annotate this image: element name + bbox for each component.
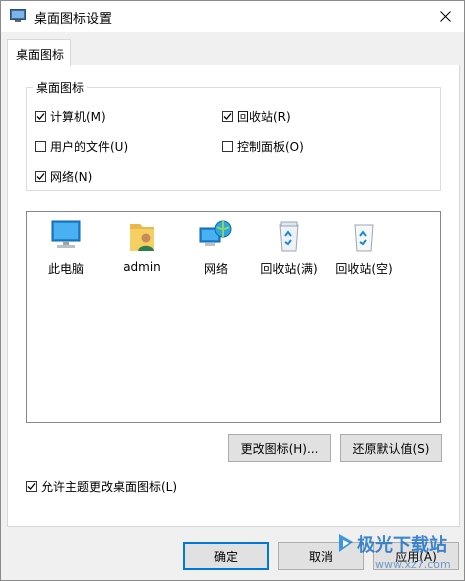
checkbox-label: 控制面板(O) (237, 140, 304, 154)
recycle-bin-empty-icon (354, 224, 374, 252)
checkbox-label: 回收站(R) (237, 110, 291, 124)
change-icon-button[interactable]: 更改图标(H)... (228, 434, 331, 462)
watermark: 极光下载站 www.xz7.com (335, 528, 463, 578)
icon-label: 此电脑 (47, 262, 84, 276)
icon-label: 回收站(空) (335, 262, 393, 276)
checkbox-box[interactable] (26, 481, 37, 492)
checkbox-label: 允许主题更改桌面图标(L) (41, 480, 178, 494)
checkbox-box[interactable] (35, 171, 46, 182)
button-label: 取消 (308, 549, 333, 564)
checkmark-icon (223, 113, 232, 120)
checkbox-user-files[interactable]: 用户的文件(U) (35, 138, 128, 155)
icon-label: 网络 (203, 262, 228, 276)
checkbox-control-panel[interactable]: 控制面板(O) (222, 138, 304, 155)
checkbox-label: 网络(N) (50, 170, 93, 184)
watermark-url: www.xz7.com (375, 558, 451, 571)
checkbox-box[interactable] (222, 141, 233, 152)
title-bar[interactable]: 桌面图标设置 (1, 1, 464, 32)
window-title: 桌面图标设置 (34, 12, 113, 27)
icon-item-recycle-bin-full[interactable]: 回收站(满) (254, 218, 324, 277)
ok-button[interactable]: 确定 (183, 542, 269, 570)
tab-desktop-icons[interactable]: 桌面图标 (7, 39, 71, 66)
restore-default-button[interactable]: 还原默认值(S) (340, 434, 442, 462)
button-label: 还原默认值(S) (352, 441, 430, 456)
recycle-bin-full-icon (279, 221, 299, 252)
checkmark-icon (36, 113, 45, 120)
checkbox-box[interactable] (222, 111, 233, 122)
desktop-icon-settings-dialog: 桌面图标设置 桌面图标 桌面图标 计算机(M) 回收站(R) 用户的文件(U) … (0, 0, 465, 581)
computer-icon (51, 220, 81, 248)
button-label: 更改图标(H)... (240, 441, 319, 456)
close-button[interactable] (426, 1, 464, 32)
user-folder-icon (130, 224, 154, 251)
tab-label: 桌面图标 (16, 48, 65, 62)
network-icon (199, 220, 232, 246)
checkbox-recycle-bin[interactable]: 回收站(R) (222, 108, 291, 125)
checkbox-box[interactable] (35, 111, 46, 122)
icon-item-recycle-bin-empty[interactable]: 回收站(空) (329, 218, 399, 277)
button-label: 确定 (213, 549, 238, 564)
checkmark-icon (27, 483, 36, 490)
groupbox-title: 桌面图标 (33, 79, 88, 96)
watermark-text: 极光下载站 (357, 535, 447, 556)
close-icon (439, 11, 451, 22)
checkbox-label: 计算机(M) (50, 110, 106, 124)
checkbox-computer[interactable]: 计算机(M) (35, 108, 106, 125)
xz7-logo-icon (339, 534, 353, 552)
checkmark-icon (36, 173, 45, 180)
desktop-icon-list[interactable]: 此电脑 admin 网络 回收站(满) 回收站(空) (26, 211, 441, 423)
icon-item-admin[interactable]: admin (107, 218, 177, 274)
desktop-settings-icon (10, 9, 26, 22)
checkbox-network[interactable]: 网络(N) (35, 168, 92, 185)
checkbox-allow-themes[interactable]: 允许主题更改桌面图标(L) (26, 478, 177, 495)
icon-label: 回收站(满) (260, 262, 318, 276)
icon-item-network[interactable]: 网络 (181, 218, 251, 277)
checkbox-label: 用户的文件(U) (50, 140, 129, 154)
checkbox-box[interactable] (35, 141, 46, 152)
icon-label: admin (123, 260, 161, 274)
icon-item-this-pc[interactable]: 此电脑 (31, 218, 101, 277)
